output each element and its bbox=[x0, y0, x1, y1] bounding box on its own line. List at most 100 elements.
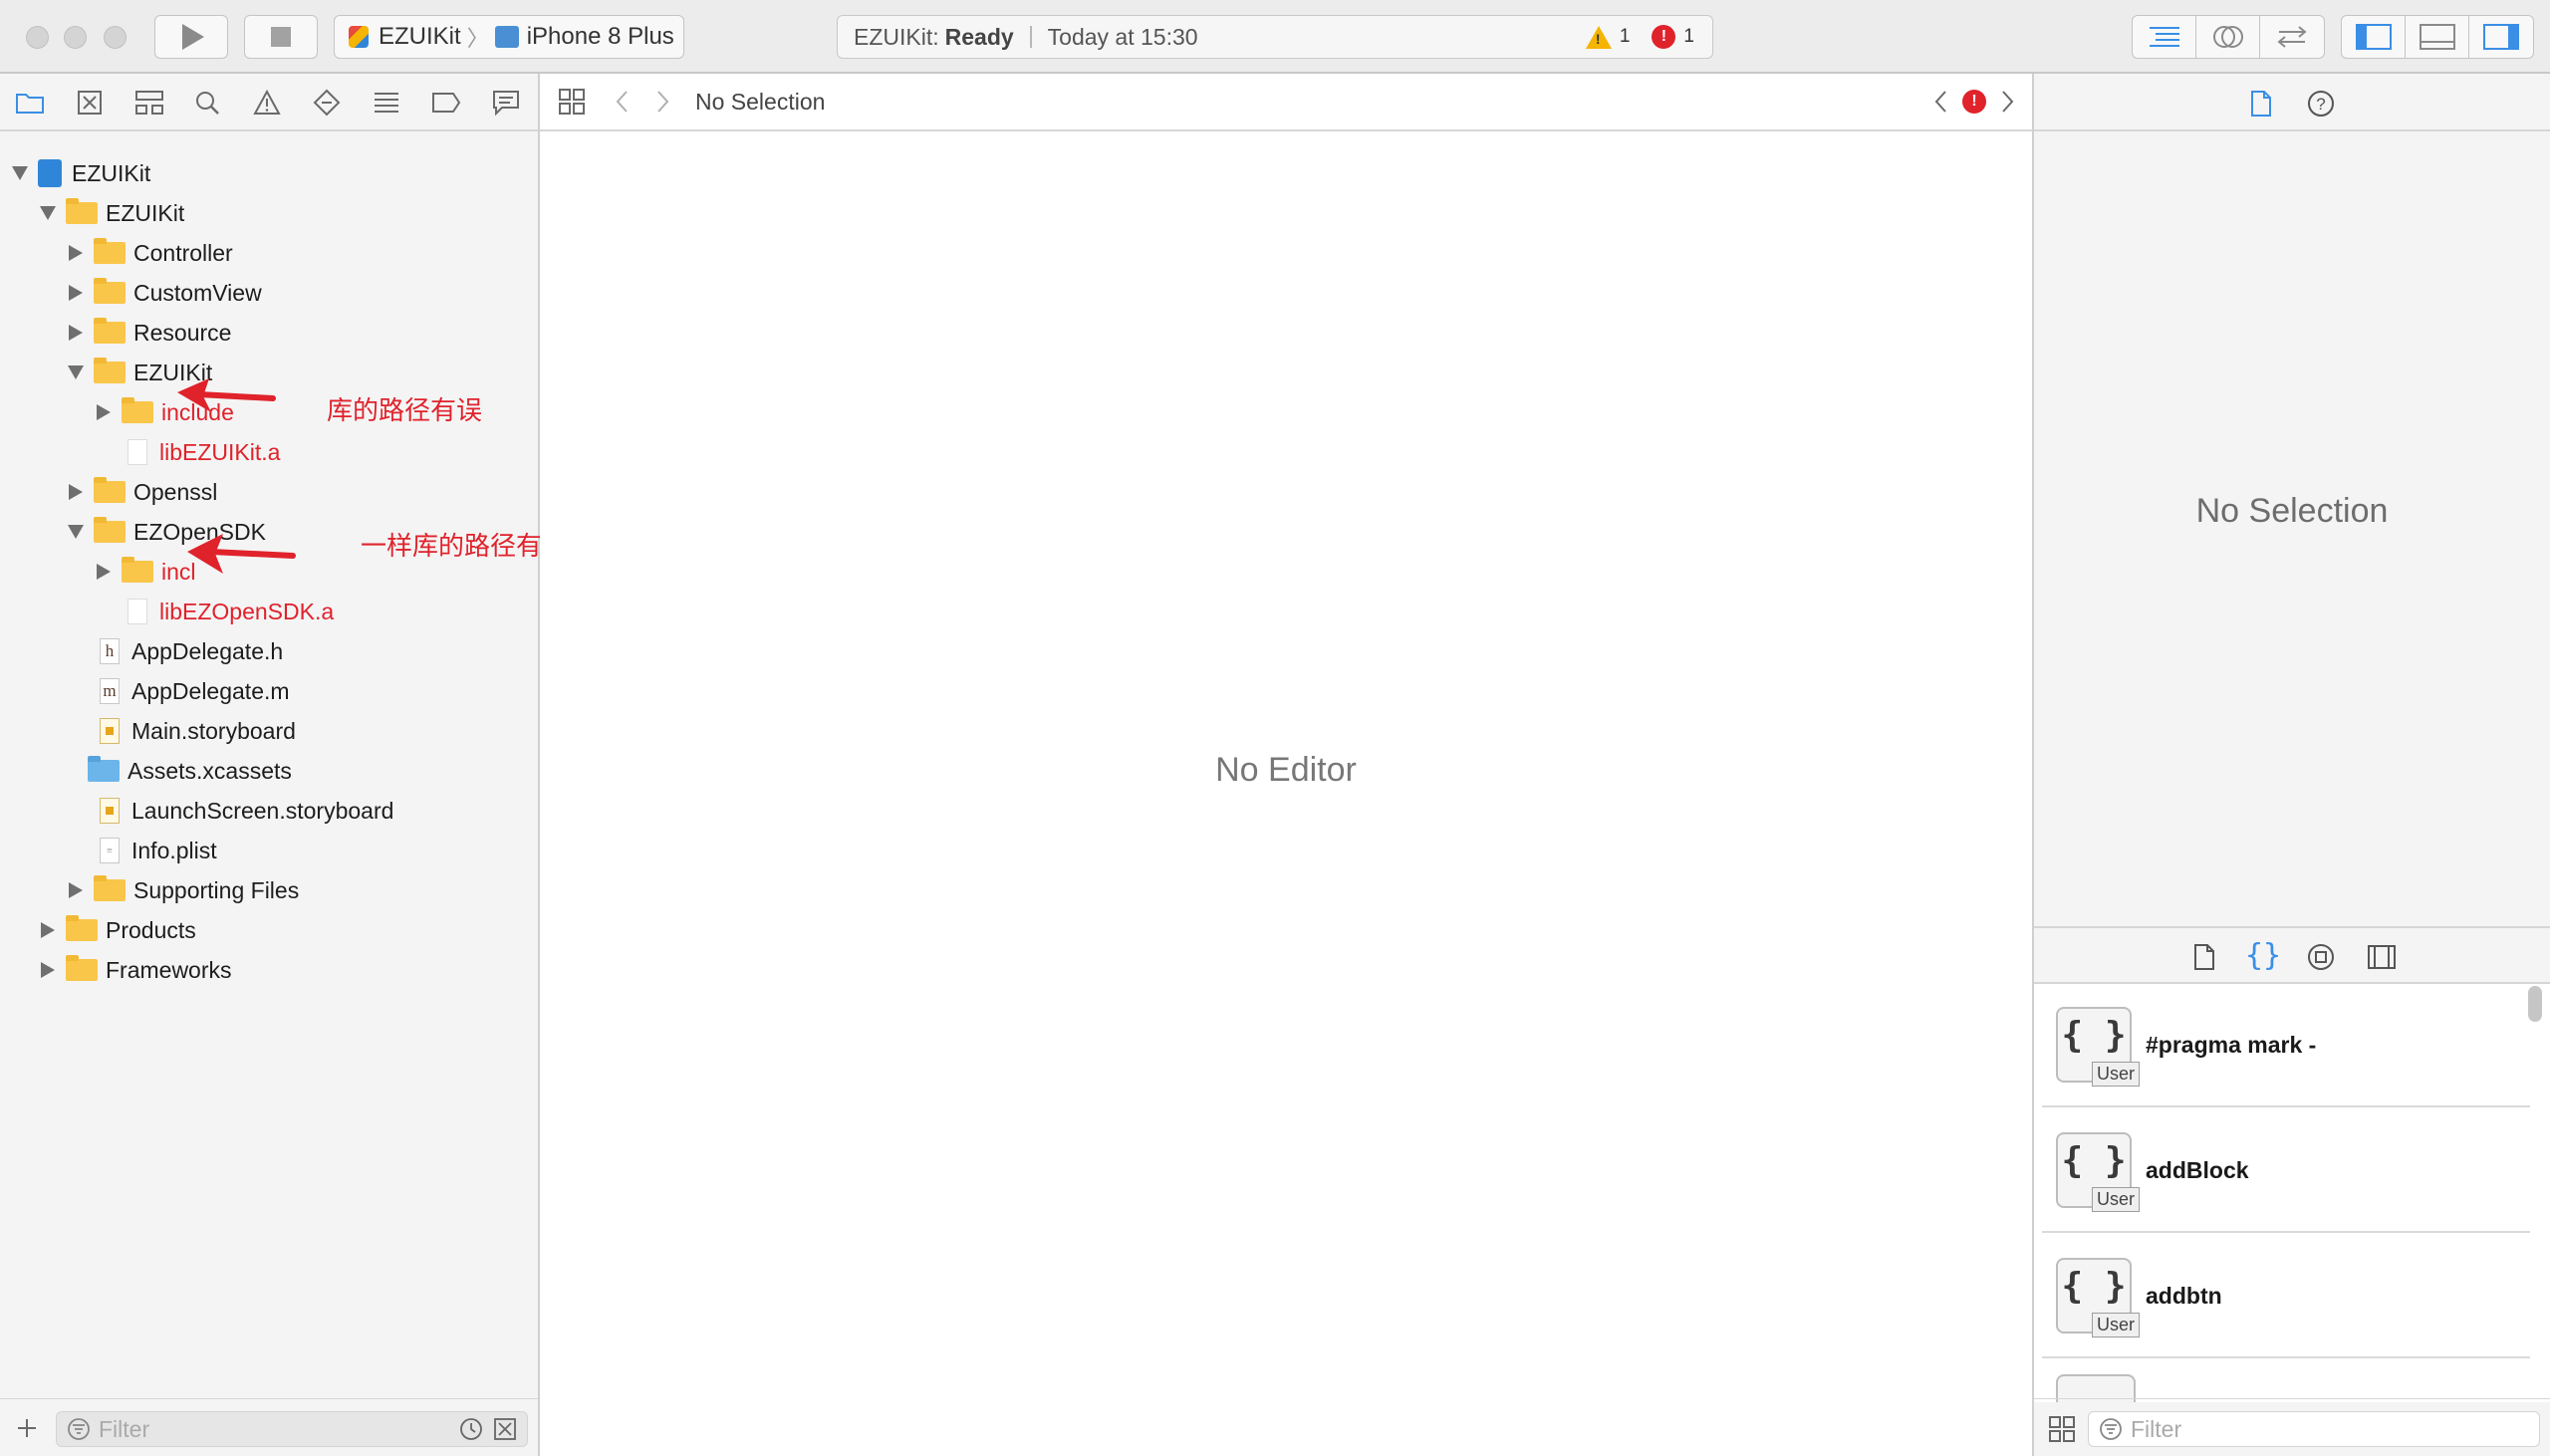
disclosure-open-icon[interactable] bbox=[68, 365, 84, 379]
warning-icon[interactable]: ! bbox=[1585, 25, 1612, 49]
filter-placeholder: Filter bbox=[2131, 1415, 2182, 1442]
tree-item-group[interactable]: CustomView bbox=[0, 273, 262, 313]
disclosure-open-icon[interactable] bbox=[12, 166, 28, 180]
breakpoint-navigator-tab[interactable] bbox=[430, 88, 462, 118]
close-window-button[interactable] bbox=[26, 26, 49, 49]
recent-files-clock-icon[interactable] bbox=[459, 1417, 483, 1441]
chevron-left-icon[interactable] bbox=[614, 89, 630, 115]
jump-bar-path[interactable]: No Selection bbox=[695, 89, 825, 116]
disclosure-closed-icon[interactable] bbox=[97, 564, 111, 580]
file-icon bbox=[128, 599, 147, 624]
tree-item-file-missing[interactable]: libEZUIKit.a bbox=[0, 432, 280, 472]
disclosure-closed-icon[interactable] bbox=[69, 245, 83, 261]
quick-help-icon[interactable]: ? bbox=[2307, 90, 2335, 118]
tree-item-label: AppDelegate.h bbox=[131, 637, 284, 664]
tree-item-group[interactable]: Resource bbox=[0, 313, 231, 353]
tree-item-file[interactable]: Main.storyboard bbox=[0, 711, 296, 751]
tree-item-group[interactable]: Products bbox=[0, 910, 196, 950]
tree-item-project[interactable]: EZUIKit bbox=[0, 153, 150, 193]
toggle-navigator-button[interactable] bbox=[2342, 16, 2406, 58]
tree-item-label: EZUIKit bbox=[72, 159, 151, 186]
standard-editor-button[interactable] bbox=[2133, 16, 2196, 58]
disclosure-closed-icon[interactable] bbox=[69, 882, 83, 898]
search-icon bbox=[196, 92, 219, 115]
status-state: Ready bbox=[944, 23, 1014, 50]
error-count[interactable]: 1 bbox=[1683, 26, 1694, 48]
scheme-selector[interactable]: EZUIKit 〉 iPhone 8 Plus bbox=[334, 15, 684, 59]
tree-item-group[interactable]: EZUIKit bbox=[0, 193, 184, 233]
snippet-item[interactable]: { } User addbtn bbox=[2042, 1235, 2530, 1358]
grid-view-icon[interactable] bbox=[2048, 1415, 2076, 1443]
source-control-filter-icon[interactable] bbox=[493, 1417, 517, 1441]
previous-issue-chevron-icon[interactable] bbox=[1932, 89, 1948, 115]
tree-item-file[interactable]: ≡ Info.plist bbox=[0, 831, 217, 870]
user-badge: User bbox=[2091, 1313, 2140, 1337]
zoom-window-button[interactable] bbox=[104, 26, 127, 49]
tree-item-group-missing[interactable]: incl bbox=[0, 552, 196, 592]
find-navigator-tab[interactable] bbox=[191, 88, 223, 118]
media-library-icon[interactable] bbox=[2367, 944, 2397, 970]
tree-item-label: CustomView bbox=[133, 279, 262, 306]
symbol-navigator-tab[interactable] bbox=[133, 88, 165, 118]
tree-item-label: libEZOpenSDK.a bbox=[159, 598, 335, 624]
library-filter-field[interactable]: Filter bbox=[2088, 1411, 2540, 1447]
add-icon[interactable] bbox=[16, 1417, 38, 1439]
disclosure-closed-icon[interactable] bbox=[69, 285, 83, 301]
source-control-tab[interactable] bbox=[74, 88, 106, 118]
folder-icon bbox=[66, 198, 98, 224]
user-badge: User bbox=[2091, 1062, 2140, 1087]
chevron-right-icon[interactable] bbox=[655, 89, 671, 115]
tree-item-group[interactable]: Openssl bbox=[0, 472, 217, 512]
disclosure-closed-icon[interactable] bbox=[41, 962, 55, 978]
scheme-name[interactable]: EZUIKit bbox=[379, 23, 461, 51]
editor-area: No Selection ! No Editor bbox=[540, 74, 2032, 1456]
scrollbar-thumb[interactable] bbox=[2528, 986, 2542, 1022]
file-template-library-icon[interactable] bbox=[2193, 943, 2215, 971]
test-navigator-tab[interactable] bbox=[311, 88, 343, 118]
related-items-grid-icon[interactable] bbox=[558, 88, 586, 116]
project-navigator-tab[interactable] bbox=[14, 88, 46, 118]
issue-navigator-tab[interactable] bbox=[251, 88, 283, 118]
error-icon[interactable]: ! bbox=[1652, 25, 1676, 49]
status-divider bbox=[1029, 26, 1032, 48]
disclosure-open-icon[interactable] bbox=[40, 206, 56, 220]
disclosure-closed-icon[interactable] bbox=[69, 484, 83, 500]
tree-item-file[interactable]: m AppDelegate.m bbox=[0, 671, 290, 711]
code-snippet-library-icon[interactable]: {} bbox=[2245, 938, 2281, 973]
version-editor-button[interactable] bbox=[2260, 16, 2324, 58]
snippet-title: #pragma mark - bbox=[2146, 1031, 2317, 1058]
run-button[interactable] bbox=[154, 15, 228, 59]
tree-item-file[interactable]: LaunchScreen.storyboard bbox=[0, 791, 393, 831]
tree-item-group[interactable]: Supporting Files bbox=[0, 870, 299, 910]
debug-navigator-tab[interactable] bbox=[371, 88, 402, 118]
snippet-item[interactable]: { } User addBlock bbox=[2042, 1109, 2530, 1233]
object-library-icon[interactable] bbox=[2307, 943, 2335, 971]
tree-item-group[interactable]: Frameworks bbox=[0, 950, 232, 990]
snippet-item[interactable]: { } User #pragma mark - bbox=[2042, 984, 2530, 1107]
stop-button[interactable] bbox=[244, 15, 318, 59]
folder-icon bbox=[66, 955, 98, 981]
toggle-inspector-button[interactable] bbox=[2469, 16, 2533, 58]
toggle-debug-area-button[interactable] bbox=[2406, 16, 2469, 58]
device-name[interactable]: iPhone 8 Plus bbox=[527, 23, 674, 51]
storyboard-icon bbox=[100, 718, 120, 744]
tree-item-file[interactable]: Assets.xcassets bbox=[0, 751, 292, 791]
tree-item-group[interactable]: Controller bbox=[0, 233, 233, 273]
tree-item-label: AppDelegate.m bbox=[131, 677, 290, 704]
disclosure-closed-icon[interactable] bbox=[41, 922, 55, 938]
disclosure-closed-icon[interactable] bbox=[97, 404, 111, 420]
next-issue-chevron-icon[interactable] bbox=[2000, 89, 2016, 115]
assistant-editor-button[interactable] bbox=[2196, 16, 2260, 58]
issue-error-icon[interactable]: ! bbox=[1962, 90, 1986, 114]
warning-count[interactable]: 1 bbox=[1620, 26, 1631, 48]
disclosure-closed-icon[interactable] bbox=[69, 325, 83, 341]
minimize-window-button[interactable] bbox=[64, 26, 87, 49]
report-navigator-tab[interactable] bbox=[490, 88, 522, 118]
file-inspector-icon[interactable] bbox=[2249, 90, 2273, 118]
disclosure-open-icon[interactable] bbox=[68, 525, 84, 539]
folder-icon bbox=[94, 875, 126, 901]
navigator-filter-field[interactable]: Filter bbox=[56, 1411, 528, 1447]
tree-item-file[interactable]: h AppDelegate.h bbox=[0, 631, 283, 671]
tree-item-file-missing[interactable]: libEZOpenSDK.a bbox=[0, 592, 334, 631]
tree-item-label: Main.storyboard bbox=[131, 717, 296, 744]
